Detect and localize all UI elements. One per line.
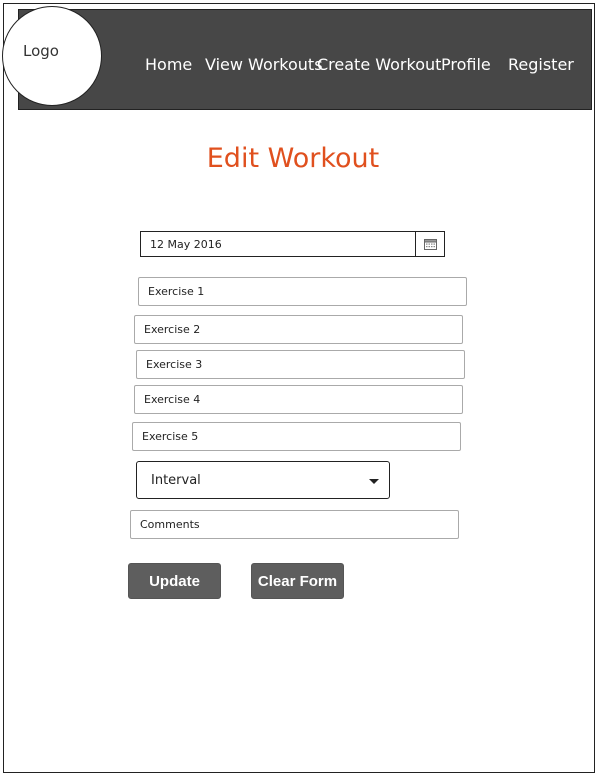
- exercise-3-placeholder: Exercise 3: [146, 358, 203, 371]
- exercise-1-input[interactable]: Exercise 1: [138, 277, 467, 306]
- nav-link-register[interactable]: Register: [508, 55, 574, 74]
- clear-form-button[interactable]: Clear Form: [251, 563, 344, 599]
- date-picker-button[interactable]: [415, 232, 444, 256]
- exercise-4-input[interactable]: Exercise 4: [134, 385, 463, 414]
- exercise-2-input[interactable]: Exercise 2: [134, 315, 463, 344]
- logo[interactable]: Logo: [2, 6, 102, 106]
- navbar: Home View Workouts Create Workout Profil…: [18, 9, 592, 110]
- nav-link-home[interactable]: Home: [145, 55, 192, 74]
- exercise-5-input[interactable]: Exercise 5: [132, 422, 461, 451]
- logo-label: Logo: [23, 42, 59, 60]
- date-field[interactable]: 12 May 2016: [140, 231, 445, 257]
- date-value: 12 May 2016: [150, 238, 222, 251]
- exercise-2-placeholder: Exercise 2: [144, 323, 201, 336]
- exercise-5-placeholder: Exercise 5: [142, 430, 199, 443]
- nav-link-create-workout[interactable]: Create Workout: [317, 55, 441, 74]
- calendar-icon: [423, 238, 437, 250]
- nav-link-profile[interactable]: Profile: [441, 55, 491, 74]
- workout-type-select[interactable]: Interval: [136, 461, 390, 499]
- comments-input[interactable]: Comments: [130, 510, 459, 539]
- comments-placeholder: Comments: [140, 518, 200, 531]
- nav-link-view-workouts[interactable]: View Workouts: [205, 55, 323, 74]
- exercise-3-input[interactable]: Exercise 3: [136, 350, 465, 379]
- update-button[interactable]: Update: [128, 563, 221, 599]
- page-title: Edit Workout: [206, 143, 380, 174]
- exercise-4-placeholder: Exercise 4: [144, 393, 201, 406]
- exercise-1-placeholder: Exercise 1: [148, 285, 205, 298]
- workout-type-value: Interval: [151, 473, 201, 488]
- caret-down-icon: [369, 479, 379, 484]
